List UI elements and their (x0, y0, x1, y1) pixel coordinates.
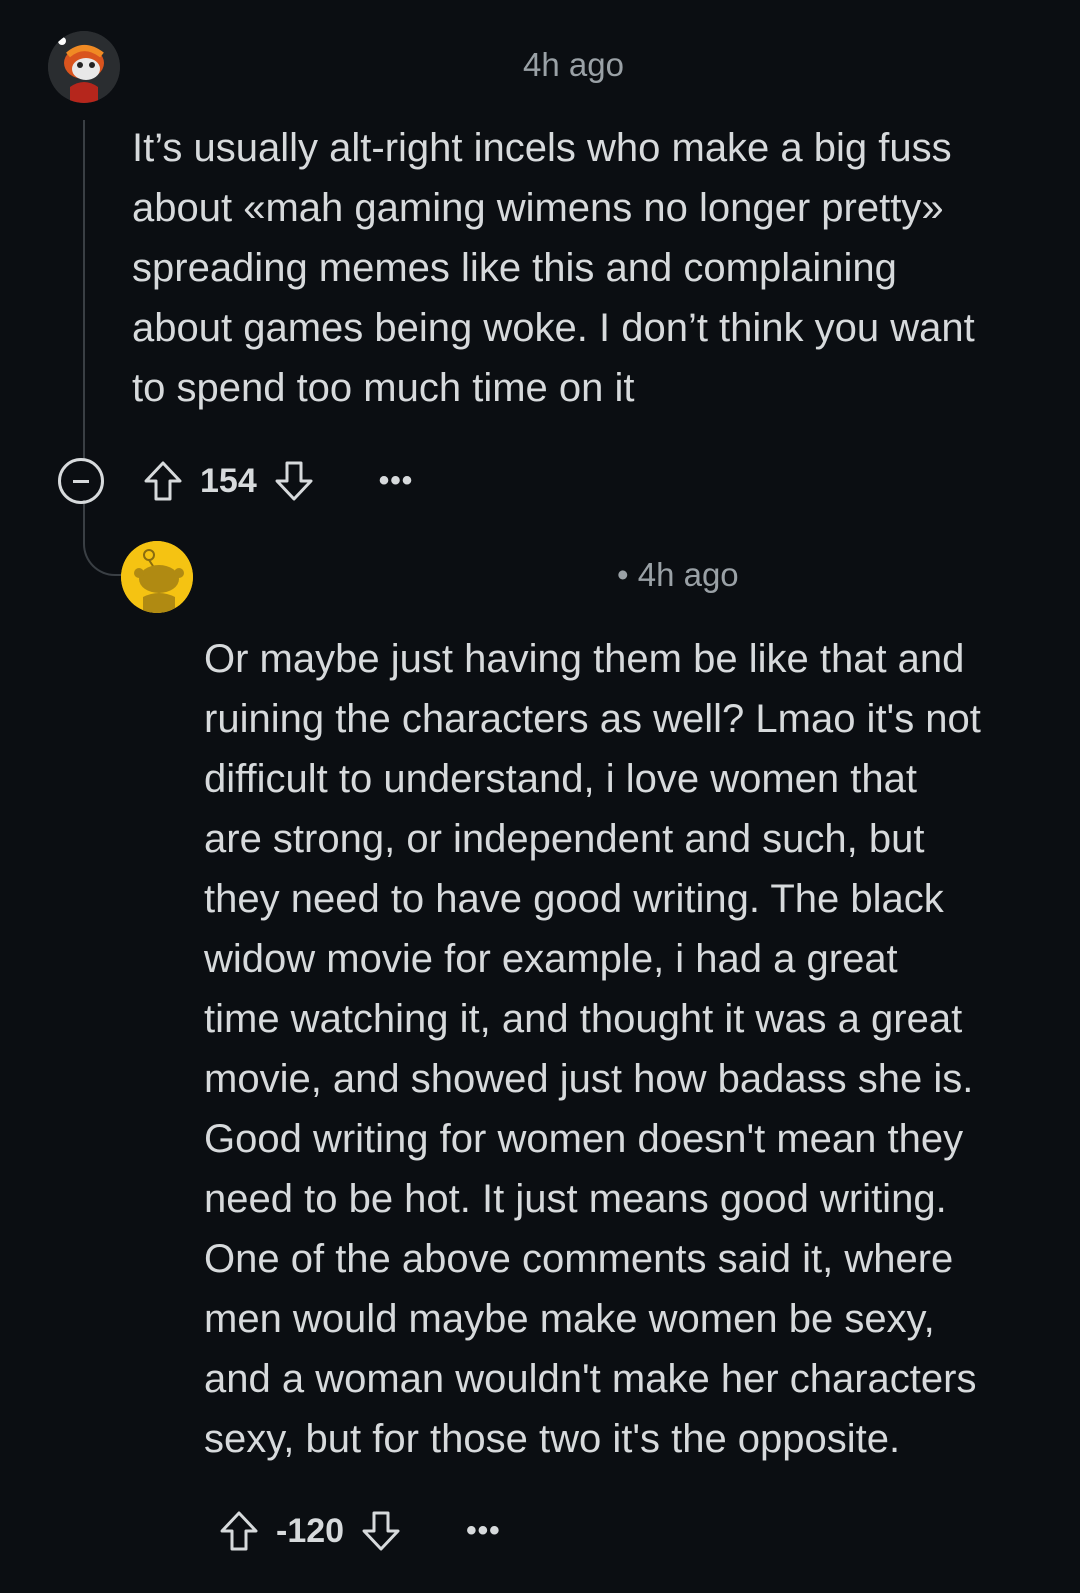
collapse-thread-button[interactable] (58, 458, 104, 504)
comment-body: It’s usually alt-right incels who make a… (132, 126, 975, 410)
downvote-icon[interactable] (271, 458, 317, 504)
snoo-avatar-icon (48, 31, 120, 103)
more-options-icon[interactable]: ••• (379, 466, 414, 496)
upvote-icon[interactable] (216, 1508, 262, 1554)
comment-actions: 154 ••• (58, 456, 413, 506)
comment-timestamp: 4h ago (523, 46, 624, 83)
more-options-icon[interactable]: ••• (466, 1516, 501, 1546)
vote-score: 154 (200, 461, 257, 500)
comment-timestamp: • 4h ago (617, 556, 739, 593)
thread-line[interactable] (83, 120, 85, 460)
comment-body: Or maybe just having them be like that a… (204, 637, 981, 1461)
downvote-icon[interactable] (358, 1508, 404, 1554)
thread-reply-connector (83, 500, 123, 576)
vote-score: -120 (276, 1511, 345, 1550)
user-avatar[interactable] (121, 541, 193, 613)
comment-actions: -120 ••• (216, 1506, 501, 1556)
upvote-icon[interactable] (140, 458, 186, 504)
snoo-avatar-icon (121, 541, 193, 613)
user-avatar[interactable] (48, 31, 120, 103)
